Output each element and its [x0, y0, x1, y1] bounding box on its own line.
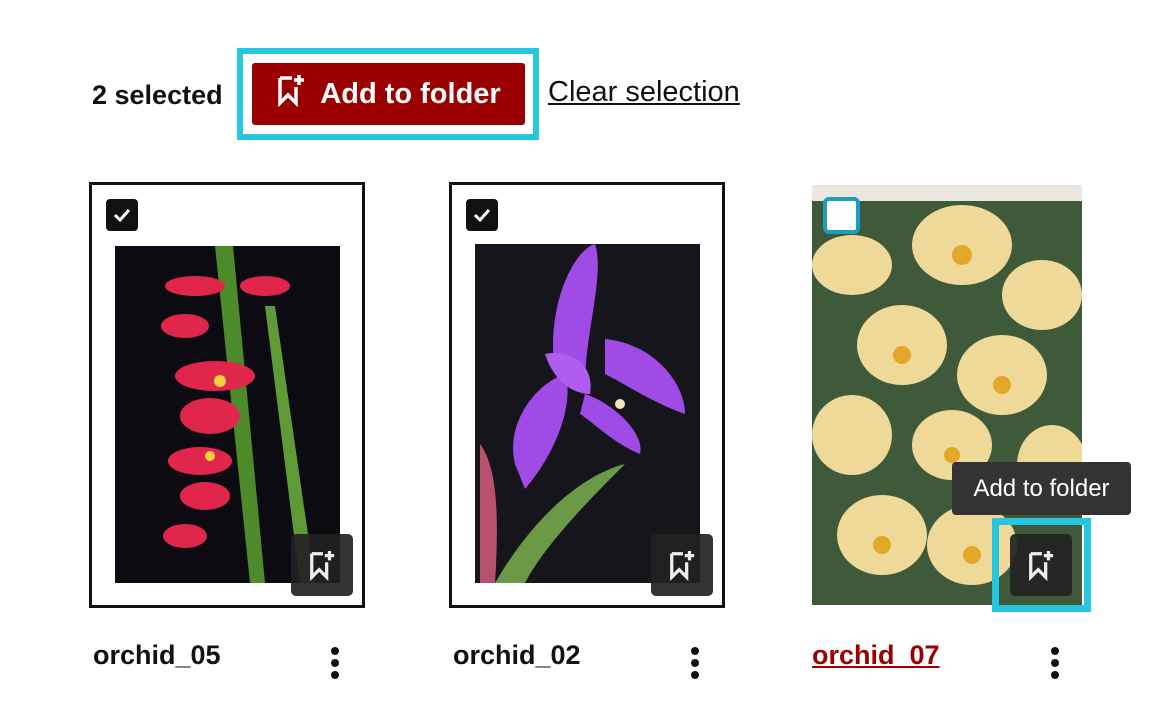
- select-checkbox[interactable]: [823, 197, 860, 234]
- selection-toolbar: 2 selected: [92, 62, 223, 128]
- more-options-icon[interactable]: [1050, 647, 1060, 679]
- add-to-folder-button-orchid-05[interactable]: [291, 534, 353, 596]
- add-to-folder-button-orchid-02[interactable]: [651, 534, 713, 596]
- add-to-folder-label: Add to folder: [320, 77, 501, 110]
- item-name-link[interactable]: orchid_07: [812, 640, 940, 671]
- add-to-folder-button-orchid-07[interactable]: [1010, 534, 1072, 596]
- bookmark-plus-icon: [1029, 551, 1054, 581]
- photo-orchid-02[interactable]: [475, 244, 700, 583]
- clear-selection-link[interactable]: Clear selection: [548, 76, 740, 109]
- more-options-icon[interactable]: [330, 647, 340, 679]
- bookmark-plus-icon: [276, 73, 306, 115]
- add-to-folder-button[interactable]: Add to folder: [252, 63, 525, 125]
- tooltip: Add to folder: [952, 462, 1131, 515]
- select-checkbox[interactable]: [106, 199, 138, 231]
- select-checkbox[interactable]: [466, 199, 498, 231]
- bookmark-plus-icon: [310, 551, 335, 581]
- item-name[interactable]: orchid_05: [93, 640, 221, 671]
- photo-orchid-05[interactable]: [115, 246, 340, 583]
- checkmark-icon: [113, 208, 131, 222]
- bookmark-plus-icon: [670, 551, 695, 581]
- checkmark-icon: [473, 208, 491, 222]
- item-name[interactable]: orchid_02: [453, 640, 581, 671]
- more-options-icon[interactable]: [690, 647, 700, 679]
- selected-count: 2 selected: [92, 79, 223, 110]
